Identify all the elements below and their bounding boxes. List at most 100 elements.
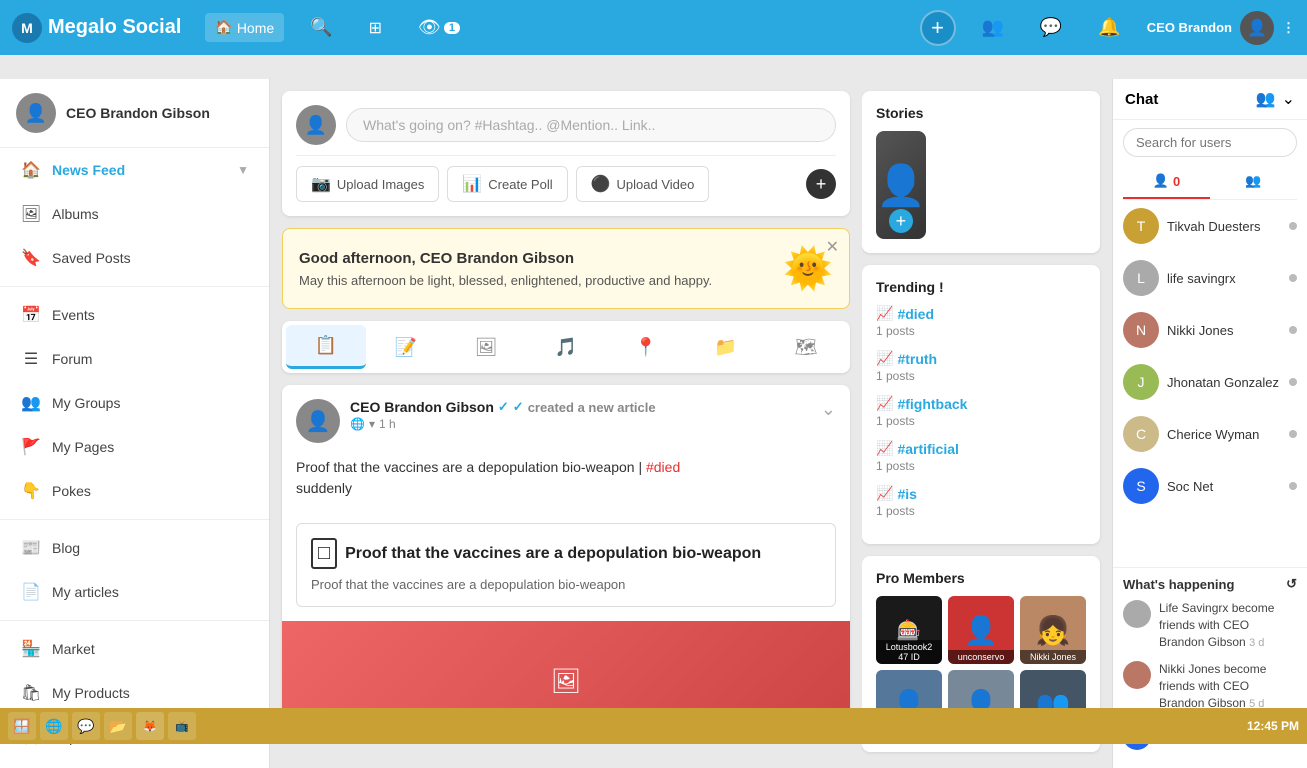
pro-member-lotusbook[interactable]: 🎰 Lotusbook247 ID: [876, 596, 942, 664]
sidebar-user[interactable]: 👤 CEO Brandon Gibson: [0, 79, 269, 148]
create-poll-button[interactable]: 📊 Create Poll: [447, 166, 567, 202]
sidebar-item-market[interactable]: 🏪 Market: [0, 627, 269, 671]
sidebar-item-games[interactable]: 🎮 Games: [0, 759, 269, 768]
tab-photos[interactable]: 🖼: [446, 325, 526, 369]
taskbar-chat-button[interactable]: 💬: [72, 712, 100, 740]
sidebar-forum-label: Forum: [52, 351, 92, 367]
chat-tab-friends[interactable]: 👤 0: [1123, 165, 1210, 199]
trending-item-fightback: 📈 #fightback 1 posts: [876, 395, 1086, 428]
topbar-notifications-button[interactable]: 🔔: [1088, 11, 1130, 44]
add-post-button[interactable]: +: [920, 10, 956, 46]
sidebar-market-label: Market: [52, 641, 95, 657]
trending-tag-died[interactable]: 📈 #died: [876, 305, 1086, 322]
trending-tag-truth[interactable]: 📈 #truth: [876, 350, 1086, 367]
sidebar-item-pokes[interactable]: 👇 Pokes: [0, 469, 269, 513]
refresh-icon[interactable]: ↺: [1286, 576, 1297, 592]
eye-icon: 👁: [418, 17, 441, 38]
chat-collapse-icon[interactable]: ⌄: [1282, 89, 1295, 109]
trending-tag-is[interactable]: 📈 #is: [876, 485, 1086, 502]
post-card-header: 👤 CEO Brandon Gibson ✓ ✓ created a new a…: [282, 385, 850, 457]
greeting-close-button[interactable]: ✕: [826, 237, 839, 257]
add-story-button[interactable]: +: [889, 209, 913, 233]
wh-text-lifesaving: Life Savingrx become friends with CEO Br…: [1159, 600, 1297, 651]
tab-location[interactable]: 📍: [606, 325, 686, 369]
chat-search-input[interactable]: [1123, 128, 1297, 157]
trending-tag-artificial[interactable]: 📈 #artificial: [876, 440, 1086, 457]
topbar-views-button[interactable]: 👁 1: [408, 11, 470, 44]
topbar-messages-button[interactable]: 💬: [1030, 11, 1072, 44]
pro-member-name-lotusbook: Lotusbook247 ID: [876, 640, 942, 664]
chat-add-users-icon[interactable]: 👥: [1256, 89, 1276, 109]
taskbar-files-button[interactable]: 📂: [104, 712, 132, 740]
chat-status-socnet: [1289, 482, 1297, 490]
sidebar-item-news-feed[interactable]: 🏠 News Feed ▼: [0, 148, 269, 192]
globe-icon: 🌐: [350, 417, 365, 431]
more-options-button[interactable]: +: [806, 169, 836, 199]
tab-music[interactable]: 🎵: [526, 325, 606, 369]
trending-item-died: 📈 #died 1 posts: [876, 305, 1086, 338]
upload-video-button[interactable]: ⚫ Upload Video: [576, 166, 710, 202]
trending-arrow-icon-5: 📈: [876, 485, 893, 502]
sidebar-item-events[interactable]: 📅 Events: [0, 293, 269, 337]
chat-user-tikvah[interactable]: T Tikvah Duesters: [1113, 200, 1307, 252]
tab-articles[interactable]: 📝: [366, 325, 446, 369]
post-options-button[interactable]: ⌄: [821, 399, 836, 420]
sidebar-item-blog[interactable]: 📰 Blog: [0, 526, 269, 570]
pro-member-unconservo[interactable]: 👤 unconservo: [948, 596, 1014, 664]
topbar-user-menu[interactable]: CEO Brandon 👤 ⋮: [1147, 11, 1295, 45]
chat-header: Chat 👥 ⌄: [1113, 79, 1307, 120]
pro-members-title: Pro Members: [876, 570, 1086, 586]
sidebar-item-saved-posts[interactable]: 🔖 Saved Posts: [0, 236, 269, 280]
map-tab-icon: 🗺: [795, 337, 818, 358]
chat-user-socnet[interactable]: S Soc Net: [1113, 460, 1307, 512]
my-articles-icon: 📄: [20, 581, 42, 603]
taskbar-start-button[interactable]: 🪟: [8, 712, 36, 740]
pokes-icon: 👇: [20, 480, 42, 502]
trending-tag-fightback[interactable]: 📈 #fightback: [876, 395, 1086, 412]
topbar-search-button[interactable]: 🔍: [300, 11, 342, 44]
taskbar-app1-button[interactable]: 🦊: [136, 712, 164, 740]
chat-name-tikvah: Tikvah Duesters: [1167, 219, 1281, 234]
wh-avatar-nikki: [1123, 661, 1151, 689]
sidebar-item-my-groups[interactable]: 👥 My Groups: [0, 381, 269, 425]
sidebar-item-forum[interactable]: ☰ Forum: [0, 337, 269, 381]
chat-tab-groups[interactable]: 👥: [1210, 165, 1297, 199]
chat-user-jhonatan[interactable]: J Jhonatan Gonzalez: [1113, 356, 1307, 408]
camera-icon: 📷: [311, 174, 331, 194]
chat-user-nikki[interactable]: N Nikki Jones: [1113, 304, 1307, 356]
topbar-friends-button[interactable]: 👥: [972, 11, 1014, 44]
app-logo[interactable]: M Megalo Social: [12, 13, 181, 43]
trending-arrow-icon: 📈: [876, 305, 893, 322]
tab-map[interactable]: 🗺: [766, 325, 846, 369]
post-article-preview[interactable]: □ Proof that the vaccines are a depopula…: [296, 523, 836, 607]
plus-icon: +: [931, 17, 944, 39]
taskbar-app2-button[interactable]: 📺: [168, 712, 196, 740]
topbar-grid-button[interactable]: ⊞: [359, 12, 392, 44]
sidebar-item-my-articles[interactable]: 📄 My articles: [0, 570, 269, 614]
chat-avatar-lifesaving: L: [1123, 260, 1159, 296]
article-icon: □: [311, 538, 337, 569]
chat-user-cherice[interactable]: C Cherice Wyman: [1113, 408, 1307, 460]
sidebar-my-groups-label: My Groups: [52, 395, 120, 411]
center-feed: 👤 What's going on? #Hashtag.. @Mention..…: [270, 79, 862, 768]
upload-images-button[interactable]: 📷 Upload Images: [296, 166, 439, 202]
story-item[interactable]: 👤 +: [876, 131, 926, 239]
pro-member-nikki[interactable]: 👧 Nikki Jones: [1020, 596, 1086, 664]
topbar-home-nav[interactable]: 🏠 Home: [205, 13, 284, 42]
greeting-text: Good afternoon, CEO Brandon Gibson May t…: [299, 250, 712, 288]
chat-user-lifesaving[interactable]: L life savingrx: [1113, 252, 1307, 304]
taskbar-browser-button[interactable]: 🌐: [40, 712, 68, 740]
post-hashtag[interactable]: #died: [646, 459, 680, 475]
chat-title: Chat: [1125, 91, 1158, 108]
tab-posts[interactable]: 📋: [286, 325, 366, 369]
sidebar-pokes-label: Pokes: [52, 483, 91, 499]
sidebar-divider-1: [0, 286, 269, 287]
trending-arrow-icon-3: 📈: [876, 395, 893, 412]
compose-avatar: 👤: [296, 105, 336, 145]
tab-files[interactable]: 📁: [686, 325, 766, 369]
articles-tab-icon: 📝: [395, 337, 417, 358]
post-input[interactable]: What's going on? #Hashtag.. @Mention.. L…: [346, 108, 836, 142]
sidebar-item-albums[interactable]: 🖼 Albums: [0, 192, 269, 236]
sidebar-blog-label: Blog: [52, 540, 80, 556]
sidebar-item-my-pages[interactable]: 🚩 My Pages: [0, 425, 269, 469]
